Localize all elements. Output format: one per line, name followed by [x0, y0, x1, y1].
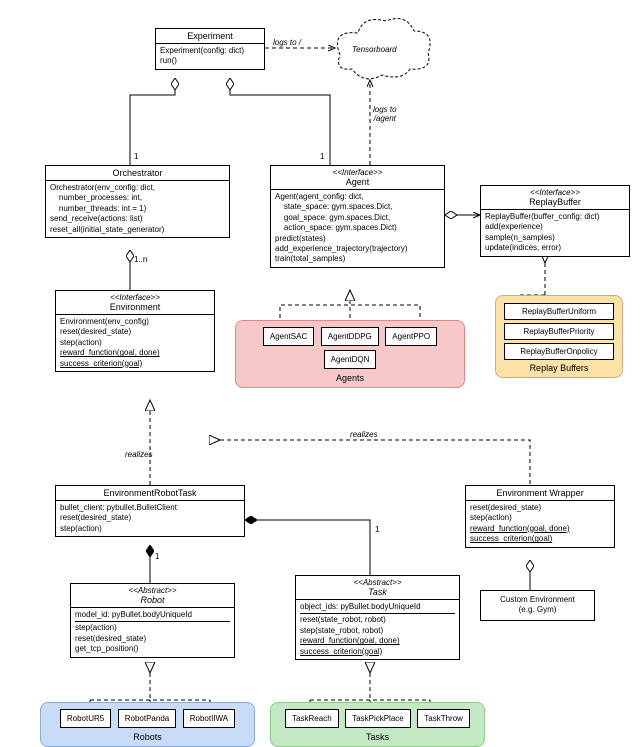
ew-l2: step(action) — [470, 513, 610, 523]
ce-l1: Custom Environment — [485, 595, 590, 605]
agent-l4: action_space: gym.spaces.Dict) — [275, 223, 440, 233]
ew-l3: reward_function(goal, done) — [470, 524, 610, 534]
mult-1c: 1 — [155, 552, 159, 561]
robot-l1: model_id: pyBullet.bodyUniqueId — [75, 610, 230, 620]
buf-priority: ReplayBufferPriority — [504, 323, 614, 340]
mult-1d: 1 — [375, 525, 379, 534]
orch-l5: reset_all(initial_state_generator) — [50, 225, 225, 235]
agent-ddpg: AgentDDPG — [321, 327, 379, 346]
class-env-robot-task: EnvironmentRobotTask bullet_client: pybu… — [55, 485, 245, 537]
tasks-label: Tasks — [275, 732, 480, 742]
robot-l4: get_tcp_position() — [75, 644, 230, 654]
agent-dqn: AgentDQN — [324, 350, 377, 369]
group-tasks: TaskReach TaskPickPlace TaskThrow Tasks — [270, 702, 485, 747]
orch-l2: number_processes: int, — [50, 193, 225, 203]
task-reach: TaskReach — [285, 709, 339, 728]
agent-l1: Agent(agent_config: dict, — [275, 192, 440, 202]
agent-l6: add_experience_trajectory(trajectory) — [275, 244, 440, 254]
class-env-wrapper: Environment Wrapper reset(desired_state)… — [465, 485, 615, 548]
ert-l1: bullet_client: pybullet.BulletClient — [60, 503, 240, 513]
experiment-l1: Experiment(config: dict) — [160, 46, 260, 56]
class-robot: <<Abstract>> Robot model_id: pyBullet.bo… — [70, 583, 235, 658]
ert-l3: step(action) — [60, 524, 240, 534]
robot-l2: step(action) — [75, 623, 230, 633]
ew-l4: success_criterion(goal) — [470, 534, 610, 544]
ce-l2: (e.g. Gym) — [485, 605, 590, 615]
robot-ur5: RobotUR5 — [60, 709, 111, 728]
orchestrator-title: Orchestrator — [46, 166, 229, 181]
env-l3: step(action) — [60, 338, 210, 348]
task-title: Task — [300, 587, 455, 597]
agent-title: Agent — [275, 177, 440, 187]
env-l5: success_criterion(goal) — [60, 359, 210, 369]
mult-1a: 1 — [134, 152, 138, 161]
class-agent: <<Interface>> Agent Agent(agent_config: … — [270, 165, 445, 268]
realizes-1: realizes — [125, 450, 153, 459]
robot-panda: RobotPanda — [118, 709, 176, 728]
agent-ppo: AgentPPO — [385, 327, 437, 346]
class-replaybuffer: <<Interface>> ReplayBuffer ReplayBuffer(… — [480, 185, 630, 257]
ert-l2: reset(desired_state) — [60, 513, 240, 523]
env-l4: reward_function(goal, done) — [60, 348, 210, 358]
env-l2: reset(desired_state) — [60, 327, 210, 337]
robot-title: Robot — [75, 595, 230, 605]
ew-l1: reset(desired_state) — [470, 503, 610, 513]
class-custom-env: Custom Environment (e.g. Gym) — [480, 590, 595, 621]
group-robots: RobotUR5 RobotPanda RobotIIWA Robots — [40, 702, 255, 747]
class-experiment: Experiment Experiment(config: dict) run(… — [155, 28, 265, 70]
ert-title: EnvironmentRobotTask — [56, 486, 244, 501]
task-l2: reset(state_robot, robot) — [300, 615, 455, 625]
task-stereo: <<Abstract>> — [300, 578, 455, 587]
agent-l3: goal_space: gym.spaces.Dict, — [275, 213, 440, 223]
env-stereo: <<Interface>> — [60, 293, 210, 302]
orch-l1: Orchestrator(env_config: dict, — [50, 183, 225, 193]
agents-label: Agents — [240, 373, 460, 383]
orch-l3: number_threads: int = 1) — [50, 204, 225, 214]
robot-iiwa: RobotIIWA — [183, 709, 235, 728]
robot-l3: reset(desired_state) — [75, 634, 230, 644]
agent-stereo: <<Interface>> — [275, 168, 440, 177]
rb-l4: update(indices, error) — [485, 243, 625, 253]
buf-uniform: ReplayBufferUniform — [504, 303, 614, 320]
task-pickplace: TaskPickPlace — [345, 709, 411, 728]
rb-l1: ReplayBuffer(buffer_config: dict) — [485, 212, 625, 222]
class-task: <<Abstract>> Task object_ids: pyBullet.b… — [295, 575, 460, 660]
buf-onpolicy: ReplayBufferOnpolicy — [504, 343, 614, 360]
buffers-label: Replay Buffers — [500, 363, 618, 373]
agent-l7: train(total_samples) — [275, 254, 440, 264]
robot-stereo: <<Abstract>> — [75, 586, 230, 595]
rb-l3: sample(n_samples) — [485, 233, 625, 243]
edge-logs-agent: logs to /agent — [373, 105, 397, 123]
env-l1: Environment(env_config) — [60, 317, 210, 327]
rb-l2: add(experience) — [485, 222, 625, 232]
orch-l4: send_receive(actions: list) — [50, 214, 225, 224]
task-l5: success_criterion(goal) — [300, 647, 455, 657]
rb-stereo: <<Interface>> — [485, 188, 625, 197]
mult-1b: 1 — [320, 152, 324, 161]
ew-title: Environment Wrapper — [466, 486, 614, 501]
task-l1: object_ids: pyBullet.bodyUniqueId — [300, 602, 455, 612]
agent-sac: AgentSAC — [263, 327, 314, 346]
task-l4: reward_function(goal, done) — [300, 636, 455, 646]
task-throw: TaskThrow — [417, 709, 470, 728]
class-environment: <<Interface>> Environment Environment(en… — [55, 290, 215, 372]
env-title: Environment — [60, 302, 210, 312]
task-l3: step(state_robot, robot) — [300, 626, 455, 636]
robots-label: Robots — [45, 732, 250, 742]
rb-title: ReplayBuffer — [485, 197, 625, 207]
group-buffers: ReplayBufferUniform ReplayBufferPriority… — [495, 295, 623, 378]
class-orchestrator: Orchestrator Orchestrator(env_config: di… — [45, 165, 230, 238]
experiment-l2: run() — [160, 56, 260, 66]
agent-l2: state_space: gym.spaces.Dict, — [275, 202, 440, 212]
mult-1n: 1..n — [134, 255, 147, 264]
agent-l5: predict(states) — [275, 234, 440, 244]
realizes-2: realizes — [350, 430, 378, 439]
group-agents: AgentSAC AgentDDPG AgentPPO AgentDQN Age… — [235, 320, 465, 388]
tensorboard-label: Tensorboard — [352, 45, 397, 54]
edge-logs-tb: logs to / — [273, 38, 301, 47]
experiment-title: Experiment — [156, 29, 264, 44]
